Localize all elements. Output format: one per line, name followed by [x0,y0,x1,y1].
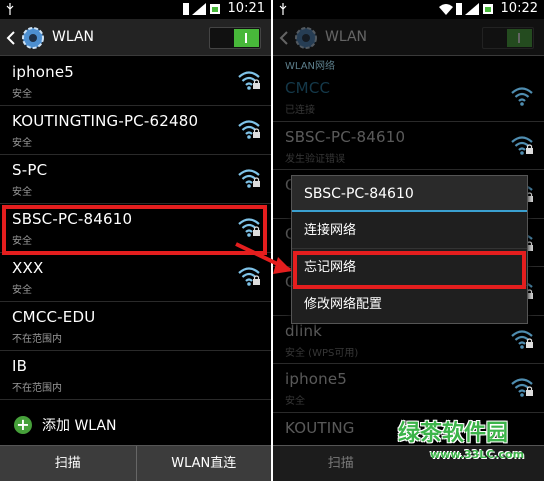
network-name: S-PC [12,161,48,179]
modify-network-option[interactable]: 修改网络配置 [292,286,527,323]
wifi-signal-icon [238,120,260,139]
dialog-title: SBSC-PC-84610 [292,176,527,212]
section-label: WLAN网络 [285,61,336,72]
network-item[interactable]: S-PC 安全 [0,155,271,204]
wifi-signal-icon [511,378,533,397]
scan-button[interactable]: 扫描 [273,446,409,481]
network-status: 安全 [12,89,32,100]
signal-icon [465,3,479,15]
status-time: 10:21 [227,1,265,16]
usb-icon [279,3,287,19]
watermark-url: www.33LC.com [430,448,525,461]
highlight-selected-network [2,205,267,255]
status-icons [439,3,494,15]
wifi-signal-icon [238,169,260,188]
network-status: 安全 [285,396,305,407]
network-status: 发生验证错误 [285,153,345,165]
network-name: IB [12,357,28,375]
network-name: KOUTING [285,418,355,437]
watermark-text: 绿茶软件园 [398,421,509,446]
connect-network-option[interactable]: 连接网络 [292,212,527,249]
network-item[interactable]: SBSC-PC-84610 发生验证错误 [273,122,544,170]
wlan-toggle[interactable] [482,27,534,49]
network-item[interactable]: IB 不在范围内 [0,351,271,400]
network-name: iphone5 [285,370,348,388]
bottom-bar: 扫描 WLAN直连 [0,445,271,481]
add-wlan-row[interactable]: + 添加 WLAN [0,400,271,450]
wifi-signal-icon [511,135,533,155]
status-icons [183,3,221,15]
sim-icon [456,3,462,15]
wlan-direct-button[interactable]: WLAN直连 [135,446,272,481]
network-status: 安全 [12,138,32,149]
action-bar: WLAN [273,19,544,56]
scan-button[interactable]: 扫描 [0,446,136,481]
network-status: 已连接 [285,105,315,116]
wifi-signal-icon [511,87,533,106]
network-status: 安全 [12,187,32,198]
battery-icon [210,4,220,14]
network-name: iphone5 [12,63,75,81]
page-title: WLAN [52,29,95,45]
network-name: dlink [285,321,323,340]
add-wlan-label: 添加 WLAN [42,418,117,434]
gear-icon [295,27,317,49]
network-status: 安全 [12,285,32,296]
status-time: 10:22 [500,1,538,16]
network-name: KOUTINGTING-PC-62480 [12,112,199,130]
network-name: CMCC-EDU [12,308,96,326]
back-icon[interactable] [6,31,16,45]
network-item[interactable]: XXX 安全 [0,253,271,302]
wifi-signal-icon [238,267,260,286]
wifi-status-icon [439,4,453,15]
network-context-dialog: SBSC-PC-84610 连接网络 忘记网络 修改网络配置 [291,175,528,324]
network-item[interactable]: iphone5 安全 [273,364,544,413]
signal-icon [192,3,206,15]
usb-icon [6,3,14,19]
network-item[interactable]: CMCC-EDU 不在范围内 [0,302,271,351]
wlan-toggle[interactable] [209,27,261,49]
network-status: 安全 (WPS可用) [285,347,359,359]
back-icon[interactable] [279,31,289,45]
gear-icon [22,27,44,49]
status-bar: 10:22 [273,0,544,19]
wifi-signal-icon [238,71,260,90]
network-name: SBSC-PC-84610 [285,127,406,146]
sim-icon [183,3,189,15]
battery-icon [483,4,493,14]
action-bar: WLAN [0,19,271,56]
status-bar: 10:21 [0,0,271,19]
highlight-forget-option [293,251,526,289]
network-item[interactable]: KOUTINGTING-PC-62480 安全 [0,106,271,155]
network-status: 不在范围内 [12,334,62,345]
network-name: CMCC [285,79,331,97]
add-icon: + [14,416,32,434]
network-item[interactable]: iphone5 安全 [0,57,271,106]
network-status: 不在范围内 [12,383,62,394]
network-item[interactable]: CMCC 已连接 [273,73,544,122]
page-title: WLAN [325,29,368,45]
network-name: XXX [12,259,44,277]
wifi-signal-icon [511,329,533,349]
